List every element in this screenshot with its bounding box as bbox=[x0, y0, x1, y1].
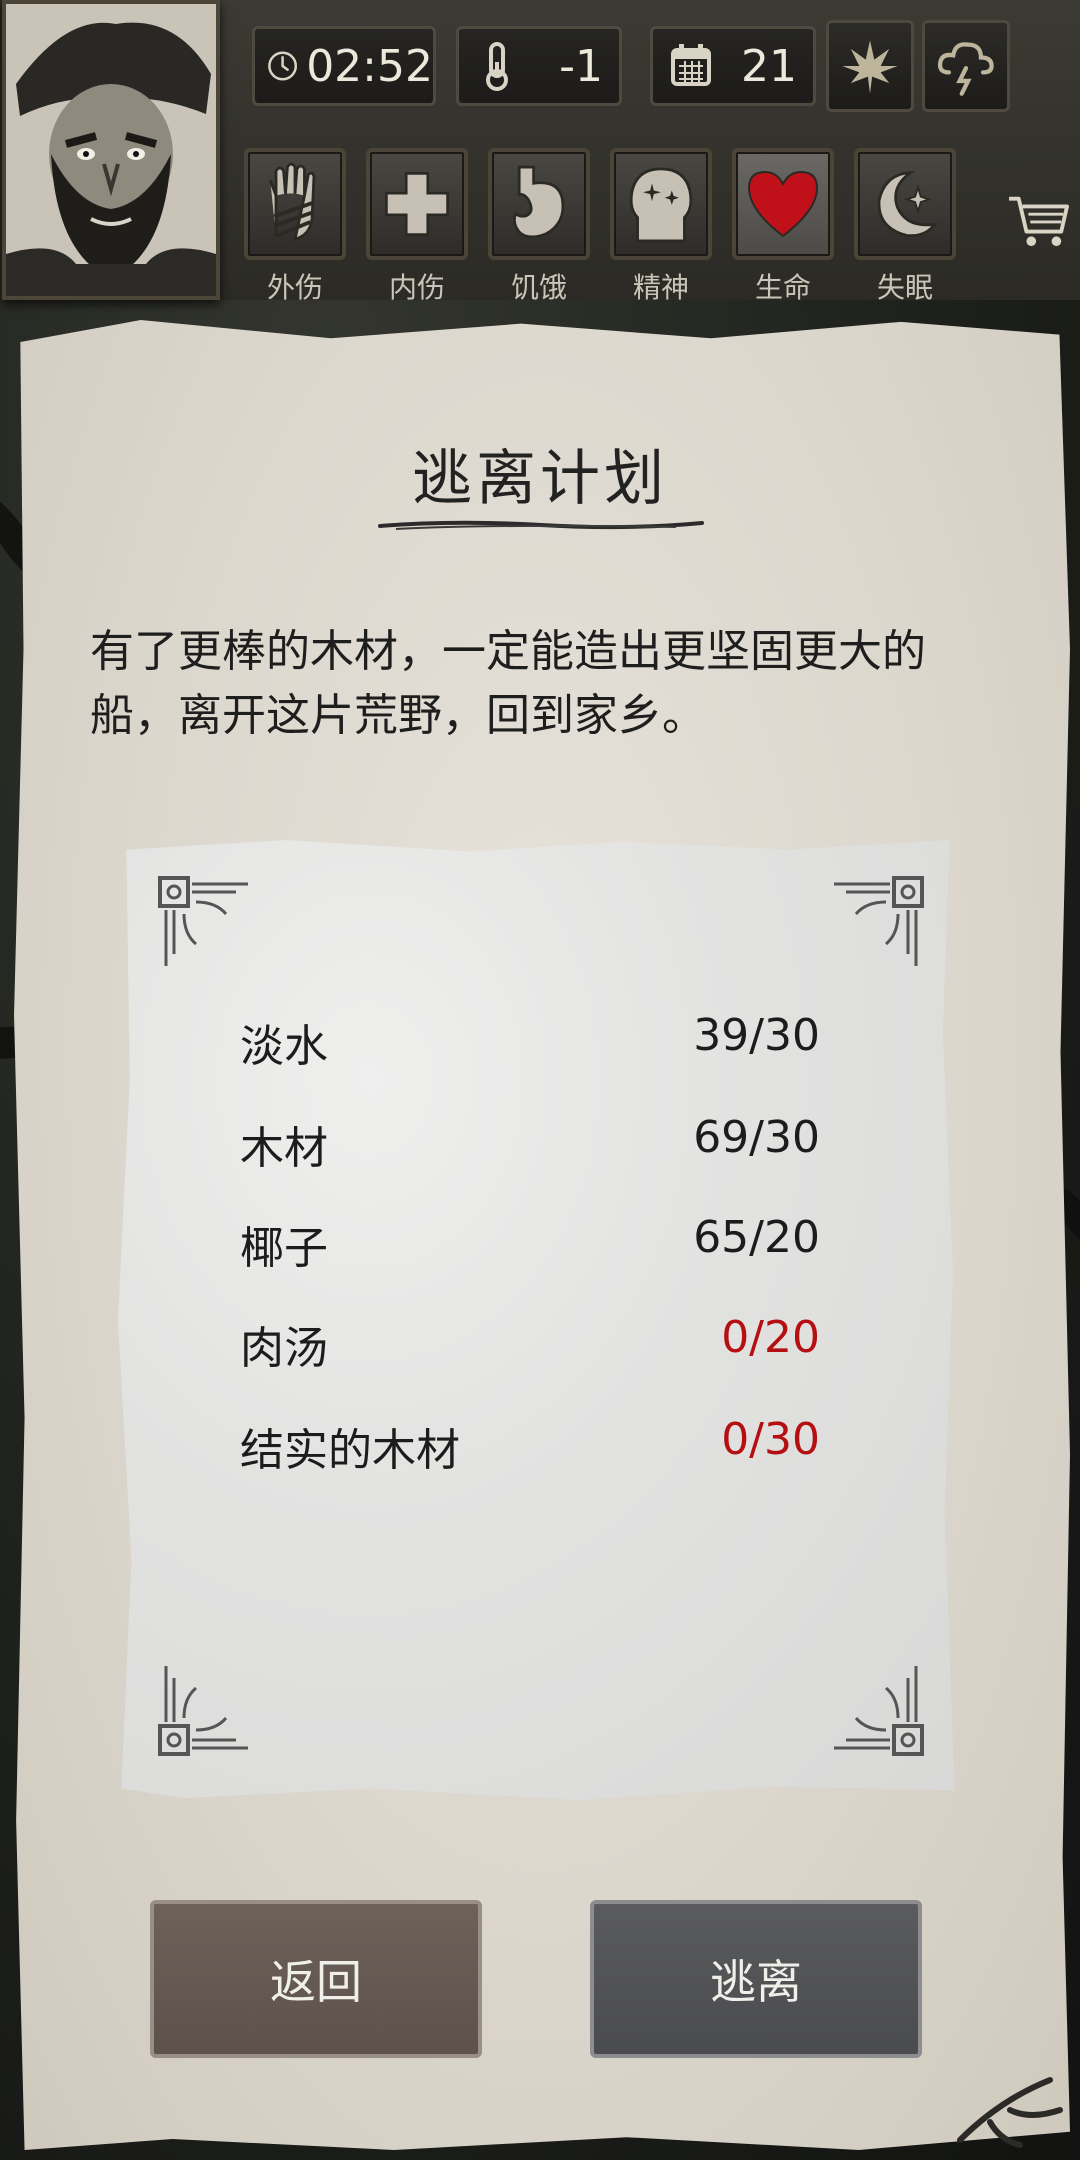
clock-display: 02:52 bbox=[252, 26, 436, 106]
calendar-icon bbox=[671, 44, 711, 86]
insomnia-label: 失眠 bbox=[876, 271, 933, 304]
temperature-display: -1 bbox=[456, 26, 622, 106]
insomnia-status-tile[interactable] bbox=[854, 148, 956, 260]
hunger-status-tile[interactable] bbox=[488, 148, 590, 260]
requirement-count: 65/20 bbox=[693, 1212, 820, 1263]
temperature-value: -1 bbox=[559, 40, 603, 92]
sanity-label: 精神 bbox=[632, 271, 689, 304]
storm-cloud-icon bbox=[937, 42, 994, 96]
requirement-name: 椰子 bbox=[240, 1223, 328, 1274]
escape-button[interactable]: 逃离 bbox=[590, 1900, 922, 2058]
moon-star-icon bbox=[877, 170, 938, 238]
requirement-row-broth: 肉汤 0/20 bbox=[240, 1312, 820, 1374]
requirement-row-fresh-water: 淡水 39/30 bbox=[240, 1010, 820, 1072]
requirement-name: 淡水 bbox=[240, 1021, 328, 1072]
shop-button[interactable] bbox=[1000, 180, 1078, 260]
plan-description: 有了更棒的木材，一定能造出更坚固更大的船，离开这片荒野，回到家乡。 bbox=[90, 626, 926, 741]
requirement-name: 木材 bbox=[240, 1123, 328, 1174]
cross-icon bbox=[385, 172, 449, 236]
health-status-tile[interactable] bbox=[732, 148, 834, 260]
requirement-row-sturdy-wood: 结实的木材 0/30 bbox=[240, 1414, 820, 1476]
injury-status-tile[interactable] bbox=[244, 148, 346, 260]
vine-decoration bbox=[957, 2077, 1063, 2148]
stomach-icon bbox=[513, 165, 565, 239]
requirement-count: 39/30 bbox=[693, 1010, 820, 1061]
leaf-icon bbox=[842, 40, 898, 94]
internal-injury-label: 内伤 bbox=[388, 271, 445, 304]
requirement-row-wood: 木材 69/30 bbox=[240, 1112, 820, 1174]
hunger-label: 饥饿 bbox=[510, 271, 567, 304]
requirement-count-insufficient: 0/20 bbox=[721, 1312, 820, 1363]
weather-button[interactable] bbox=[922, 20, 1010, 112]
health-label: 生命 bbox=[754, 271, 811, 304]
page-title: 逃离计划 bbox=[412, 444, 668, 514]
internal-injury-status-tile[interactable] bbox=[366, 148, 468, 260]
ornament-corner bbox=[158, 1666, 248, 1756]
season-button[interactable] bbox=[826, 20, 914, 112]
day-counter: 21 bbox=[650, 26, 816, 106]
shopping-cart-icon bbox=[1009, 196, 1069, 247]
ornament-corner bbox=[158, 876, 248, 966]
head-sparkle-icon bbox=[629, 167, 693, 243]
requirement-name: 肉汤 bbox=[240, 1323, 328, 1374]
day-value: 21 bbox=[741, 40, 797, 92]
character-portrait[interactable] bbox=[2, 0, 220, 300]
ornament-corner bbox=[834, 876, 924, 966]
clock-value: 02:52 bbox=[306, 40, 433, 92]
thermometer-icon bbox=[486, 42, 508, 91]
requirement-row-coconut: 椰子 65/20 bbox=[240, 1212, 820, 1274]
game-screen: 02:52 -1 21 外伤 内伤 饥饿 精神 生命 失眠 逃离计划 有了更棒的… bbox=[0, 0, 1080, 2160]
bandaged-hand-icon bbox=[268, 162, 316, 242]
bearded-survivor-avatar bbox=[6, 4, 216, 296]
heart-icon bbox=[747, 170, 819, 238]
injury-label: 外伤 bbox=[266, 271, 323, 304]
sanity-status-tile[interactable] bbox=[610, 148, 712, 260]
requirement-name: 结实的木材 bbox=[240, 1425, 460, 1476]
back-button[interactable]: 返回 bbox=[150, 1900, 482, 2058]
clock-icon bbox=[268, 51, 298, 81]
ornament-corner bbox=[834, 1666, 924, 1756]
title-underline bbox=[378, 520, 704, 530]
requirement-count: 69/30 bbox=[693, 1112, 820, 1163]
requirement-count-insufficient: 0/30 bbox=[721, 1414, 820, 1465]
